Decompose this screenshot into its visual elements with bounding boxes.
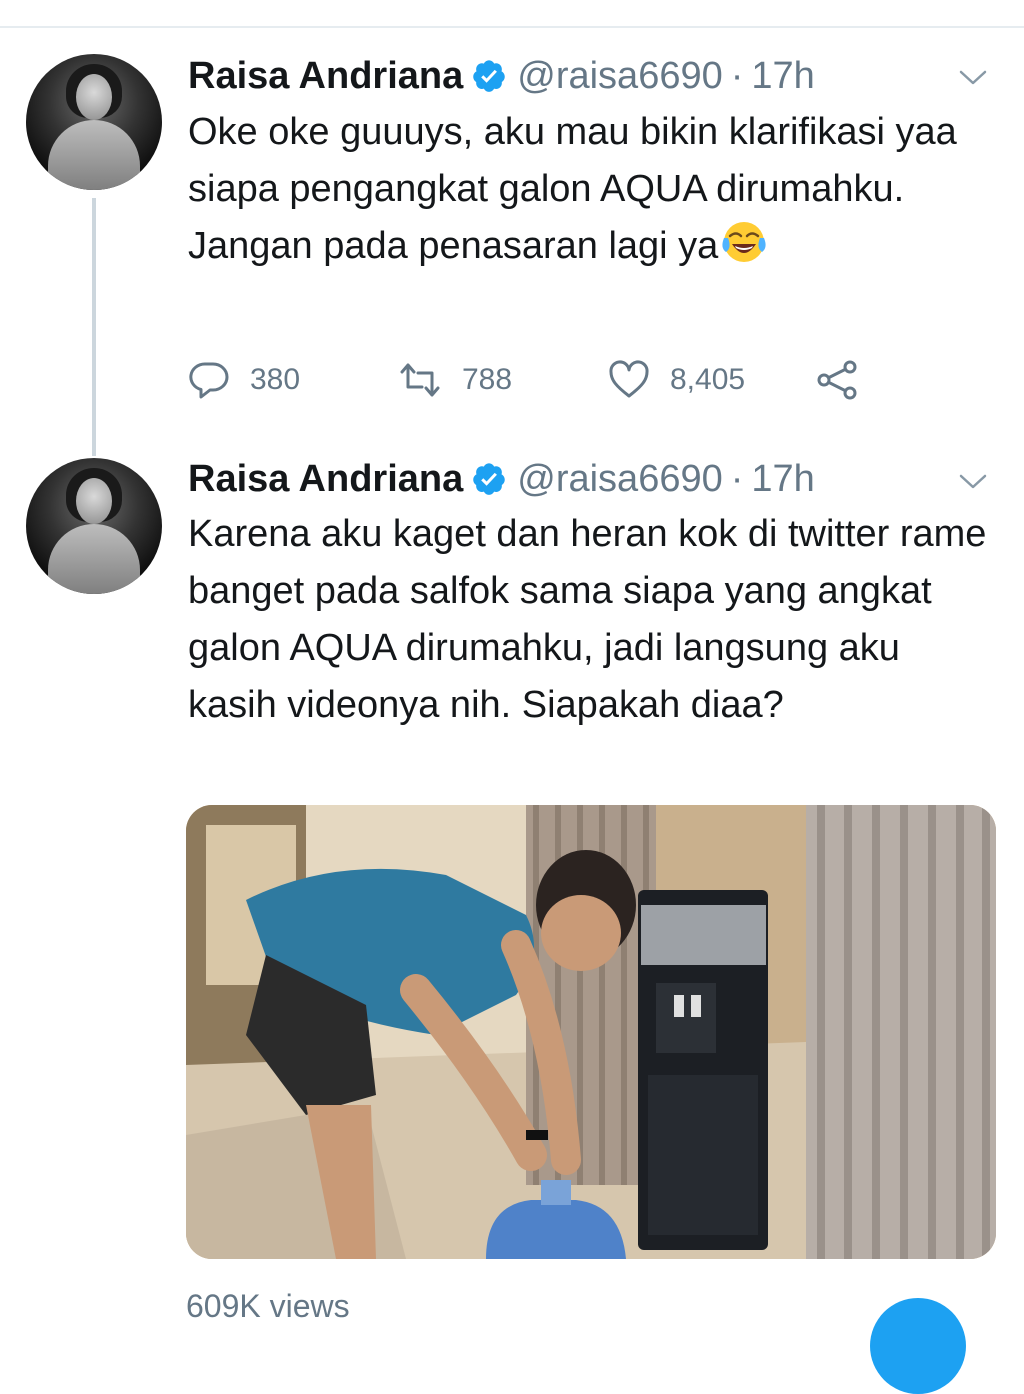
reply-count: 380 (250, 363, 301, 396)
top-divider (0, 26, 1024, 28)
avatar[interactable] (26, 458, 162, 594)
separator-dot: · (730, 457, 744, 500)
tweet-header: Raisa Andriana @raisa6690 · 17h (188, 455, 815, 503)
share-button[interactable] (816, 360, 878, 400)
verified-badge-icon (473, 463, 505, 495)
share-icon (817, 360, 857, 400)
author-name[interactable]: Raisa Andriana (188, 55, 463, 98)
separator-dot: · (730, 54, 744, 97)
retweet-icon (400, 363, 440, 397)
reply-icon (189, 362, 229, 399)
tweet-text: Karena aku kaget dan heran kok di twitte… (188, 513, 998, 726)
chevron-down-icon[interactable] (958, 472, 988, 492)
reply-button[interactable]: 380 (188, 360, 300, 400)
video-frame (186, 805, 996, 1259)
author-name[interactable]: Raisa Andriana (188, 458, 463, 501)
like-count: 8,405 (670, 363, 746, 396)
like-button[interactable]: 8,405 (608, 360, 745, 400)
view-count: 609K views (186, 1288, 350, 1324)
thread-line (92, 198, 96, 456)
video-thumbnail[interactable] (186, 805, 996, 1259)
tears-of-joy-emoji-icon (722, 222, 766, 262)
author-handle[interactable]: @raisa6690 (517, 458, 722, 501)
author-handle[interactable]: @raisa6690 (517, 55, 722, 98)
retweet-count: 788 (462, 363, 513, 396)
timestamp[interactable]: 17h (751, 55, 814, 98)
retweet-button[interactable]: 788 (398, 360, 512, 400)
timestamp[interactable]: 17h (751, 458, 814, 501)
heart-icon (609, 360, 649, 398)
chevron-down-icon[interactable] (958, 68, 988, 88)
verified-badge-icon (473, 60, 505, 92)
tweet-text: Oke oke guuuys, aku mau bikin klarifikas… (188, 104, 998, 275)
compose-tweet-button[interactable] (870, 1298, 966, 1394)
tweet-actions: 380 788 8,405 (188, 360, 888, 404)
avatar[interactable] (26, 54, 162, 190)
tweet-body: Oke oke guuuys, aku mau bikin klarifikas… (188, 111, 968, 267)
tweet-header: Raisa Andriana @raisa6690 · 17h (188, 52, 815, 100)
